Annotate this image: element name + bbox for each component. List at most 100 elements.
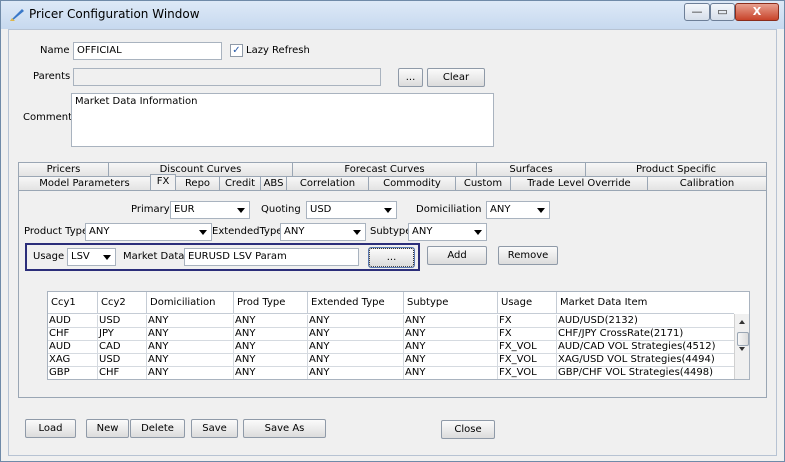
- primary-select[interactable]: EUR: [170, 201, 250, 219]
- chevron-down-icon: [103, 255, 111, 260]
- table-cell: ANY: [308, 367, 404, 379]
- lazy-refresh-label: Lazy Refresh: [246, 45, 310, 56]
- comment-label: Comment: [23, 112, 72, 123]
- domiciliation-select[interactable]: ANY: [486, 201, 550, 219]
- table-cell: CHF: [98, 367, 147, 379]
- minimize-button[interactable]: —: [684, 3, 710, 21]
- table-cell: AUD/USD(2132): [557, 315, 734, 328]
- fx-tab-panel: Primary EUR Quoting USD Domiciliation AN…: [18, 190, 767, 398]
- column-header-prod-type[interactable]: Prod Type: [234, 292, 308, 313]
- name-input[interactable]: OFFICIAL: [73, 42, 222, 60]
- table-cell: ANY: [147, 315, 234, 328]
- usage-label: Usage: [33, 251, 65, 262]
- extended-type-select[interactable]: ANY: [280, 223, 366, 241]
- tab-pricers[interactable]: Pricers: [18, 162, 109, 176]
- table-cell: AUD: [48, 341, 98, 354]
- quoting-select[interactable]: USD: [306, 201, 397, 219]
- table-cell: CHF: [48, 328, 98, 341]
- close-window-button[interactable]: X: [735, 3, 779, 21]
- tab-calibration[interactable]: Calibration: [647, 176, 767, 190]
- tab-commodity[interactable]: Commodity: [368, 176, 456, 190]
- tab-abs[interactable]: ABS: [260, 176, 287, 190]
- market-data-input[interactable]: EURUSD LSV Param: [184, 248, 359, 266]
- lazy-refresh-checkbox[interactable]: ✓: [230, 44, 243, 57]
- tab-trade-level-override[interactable]: Trade Level Override: [510, 176, 648, 190]
- tab-forecast-curves[interactable]: Forecast Curves: [292, 162, 477, 176]
- client-area: Name OFFICIAL ✓ Lazy Refresh Parents ...…: [8, 29, 777, 456]
- minimize-icon: —: [691, 5, 703, 18]
- quoting-label: Quoting: [261, 204, 301, 215]
- chevron-down-icon: [537, 208, 545, 213]
- table-cell: XAG: [48, 354, 98, 367]
- pricer-configuration-window: Pricer Configuration Window — ▭ X Name O…: [0, 0, 785, 462]
- usage-select[interactable]: LSV: [67, 248, 116, 266]
- column-header-market-data-item[interactable]: Market Data Item: [557, 292, 734, 313]
- clear-button[interactable]: Clear: [427, 68, 485, 87]
- table-cell: FX: [498, 328, 557, 341]
- column-header-ccy1[interactable]: Ccy1: [48, 292, 98, 313]
- comment-textarea[interactable]: Market Data Information: [71, 93, 494, 147]
- close-icon: X: [752, 5, 762, 18]
- remove-button[interactable]: Remove: [498, 246, 558, 265]
- market-data-table[interactable]: Ccy1 Ccy2 Domiciliation Prod Type Extend…: [47, 291, 750, 380]
- table-row[interactable]: AUD CAD ANY ANY ANY ANY FX_VOL AUD/CAD VOL Stra…: [48, 341, 734, 354]
- table-cell: ANY: [308, 341, 404, 354]
- extended-type-value: ANY: [284, 226, 305, 237]
- tab-model-parameters[interactable]: Model Parameters: [18, 176, 151, 190]
- tab-row-top: Pricers Discount Curves Forecast Curves …: [18, 162, 767, 176]
- product-type-select[interactable]: ANY: [85, 223, 212, 241]
- market-data-label: Market Data: [123, 251, 185, 262]
- parents-input[interactable]: [73, 68, 381, 86]
- column-header-extended-type[interactable]: Extended Type: [308, 292, 404, 313]
- chevron-down-icon: [353, 230, 361, 235]
- chevron-down-icon: [384, 208, 392, 213]
- column-header-usage[interactable]: Usage: [498, 292, 557, 313]
- table-cell: GBP: [48, 367, 98, 379]
- column-header-subtype[interactable]: Subtype: [404, 292, 498, 313]
- table-row[interactable]: GBP CHF ANY ANY ANY ANY FX_VOL GBP/CHF VOL Stra…: [48, 367, 734, 379]
- load-button[interactable]: Load: [25, 419, 76, 438]
- table-cell: ANY: [404, 354, 498, 367]
- save-button[interactable]: Save: [191, 419, 238, 438]
- table-row[interactable]: CHF JPY ANY ANY ANY ANY FX CHF/JPY CrossRate(21…: [48, 328, 734, 341]
- delete-button[interactable]: Delete: [130, 419, 185, 438]
- add-button[interactable]: Add: [427, 246, 487, 265]
- new-button[interactable]: New: [86, 419, 129, 438]
- maximize-button[interactable]: ▭: [710, 3, 735, 21]
- table-cell: XAG/USD VOL Strategies(4494): [557, 354, 734, 367]
- title-bar[interactable]: Pricer Configuration Window — ▭ X: [1, 1, 784, 29]
- table-cell: GBP/CHF VOL Strategies(4498): [557, 367, 734, 379]
- tab-product-specific[interactable]: Product Specific: [585, 162, 767, 176]
- parents-browse-button[interactable]: ...: [398, 68, 423, 87]
- usage-group: Usage LSV Market Data EURUSD LSV Param .…: [25, 243, 420, 271]
- column-header-ccy2[interactable]: Ccy2: [98, 292, 147, 313]
- column-header-domiciliation[interactable]: Domiciliation: [147, 292, 234, 313]
- scroll-thumb[interactable]: [737, 332, 749, 346]
- parents-label: Parents: [33, 71, 71, 82]
- table-cell: ANY: [234, 315, 308, 328]
- tab-credit[interactable]: Credit: [219, 176, 261, 190]
- tab-discount-curves[interactable]: Discount Curves: [108, 162, 293, 176]
- usage-value: LSV: [71, 251, 90, 262]
- primary-value: EUR: [174, 204, 195, 215]
- table-row[interactable]: XAG USD ANY ANY ANY ANY FX_VOL XAG/USD VOL Stra…: [48, 354, 734, 367]
- chevron-down-icon: [474, 230, 482, 235]
- table-vertical-scrollbar[interactable]: [734, 314, 749, 379]
- scroll-up-icon[interactable]: [739, 320, 745, 324]
- subtype-select[interactable]: ANY: [408, 223, 487, 241]
- market-data-browse-button[interactable]: ...: [368, 247, 415, 268]
- subtype-value: ANY: [412, 226, 433, 237]
- table-cell: ANY: [234, 354, 308, 367]
- scroll-down-icon[interactable]: [739, 347, 745, 351]
- tab-fx[interactable]: FX: [150, 174, 176, 190]
- table-cell: ANY: [404, 328, 498, 341]
- tab-correlation[interactable]: Correlation: [286, 176, 369, 190]
- tab-repo[interactable]: Repo: [175, 176, 220, 190]
- tab-surfaces[interactable]: Surfaces: [476, 162, 586, 176]
- save-as-button[interactable]: Save As: [243, 419, 326, 438]
- close-button[interactable]: Close: [441, 420, 495, 439]
- table-row[interactable]: AUD USD ANY ANY ANY ANY FX AUD/USD(2132): [48, 315, 734, 328]
- table-cell: FX_VOL: [498, 341, 557, 354]
- tab-custom[interactable]: Custom: [455, 176, 511, 190]
- table-cell: ANY: [234, 367, 308, 379]
